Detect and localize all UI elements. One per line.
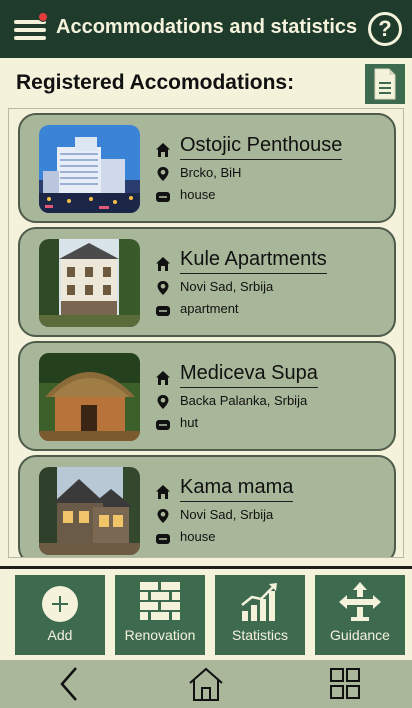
app-header: Accommodations and statistics ? xyxy=(0,0,412,58)
page-title: Accommodations and statistics xyxy=(56,16,358,38)
plus-circle-icon xyxy=(42,586,78,622)
accommodation-name[interactable]: Kama mama xyxy=(180,476,294,502)
menu-button[interactable] xyxy=(14,12,48,42)
house-icon xyxy=(156,257,170,271)
apartment-building-photo xyxy=(39,239,140,327)
accommodation-type: hut xyxy=(180,415,199,430)
thatched-hut-photo xyxy=(39,353,140,441)
accommodation-type: house xyxy=(180,529,216,544)
system-navbar xyxy=(0,660,412,708)
accommodation-card[interactable]: Kama mama Novi Sad, Srbija house xyxy=(18,455,396,557)
brick-wall-icon xyxy=(140,582,180,620)
renovation-label: Renovation xyxy=(124,627,196,643)
location-pin-icon xyxy=(157,281,169,295)
accommodation-card[interactable]: Mediceva Supa Backa Palanka, Srbija hut xyxy=(18,341,396,451)
guidance-label: Guidance xyxy=(330,627,390,643)
accommodation-name[interactable]: Kule Apartments xyxy=(180,248,327,274)
accommodation-card[interactable]: Ostojic Penthouse Brcko, BiH house xyxy=(18,113,396,223)
type-icon xyxy=(156,306,170,316)
back-chevron-icon xyxy=(60,667,77,701)
type-icon xyxy=(156,534,170,544)
statistics-button[interactable]: Statistics xyxy=(215,575,305,655)
divider xyxy=(0,566,412,569)
menu-line-icon xyxy=(14,28,46,32)
hotel-tower-photo xyxy=(39,125,140,213)
wooden-house-photo xyxy=(39,467,140,555)
accommodation-location: Backa Palanka, Srbija xyxy=(180,393,308,408)
home-button[interactable] xyxy=(186,666,226,702)
grid-icon xyxy=(330,668,360,699)
renovation-button[interactable]: Renovation xyxy=(115,575,205,655)
accommodation-location: Novi Sad, Srbija xyxy=(180,507,274,522)
accommodation-location: Novi Sad, Srbija xyxy=(180,279,274,294)
menu-line-icon xyxy=(14,36,46,40)
accommodation-location: Brcko, BiH xyxy=(180,165,242,180)
accommodation-card[interactable]: Kule Apartments Novi Sad, Srbija apartme… xyxy=(18,227,396,337)
notification-dot xyxy=(38,12,48,22)
accommodation-list[interactable]: Ostojic Penthouse Brcko, BiH house Kule … xyxy=(8,108,404,558)
accommodation-name[interactable]: Ostojic Penthouse xyxy=(180,134,343,160)
add-label: Add xyxy=(47,627,73,643)
type-icon xyxy=(156,192,170,202)
statistics-label: Statistics xyxy=(231,627,288,643)
house-icon xyxy=(156,485,170,499)
accommodation-type: apartment xyxy=(180,301,239,316)
location-pin-icon xyxy=(157,167,169,181)
help-button[interactable]: ? xyxy=(368,12,402,46)
report-document-button[interactable] xyxy=(365,64,405,104)
house-icon xyxy=(156,371,170,385)
accommodation-name[interactable]: Mediceva Supa xyxy=(180,362,318,388)
house-icon xyxy=(156,143,170,157)
back-button[interactable] xyxy=(50,666,90,702)
bar-chart-icon xyxy=(241,583,277,621)
type-icon xyxy=(156,420,170,430)
location-pin-icon xyxy=(157,509,169,523)
signpost-arrows-icon xyxy=(339,582,381,621)
apps-button[interactable] xyxy=(325,666,365,702)
accommodation-type: house xyxy=(180,187,216,202)
home-icon xyxy=(189,667,223,701)
section-heading: Registered Accomodations: xyxy=(16,71,295,94)
document-icon xyxy=(374,68,396,100)
guidance-button[interactable]: Guidance xyxy=(315,575,405,655)
location-pin-icon xyxy=(157,395,169,409)
add-button[interactable]: Add xyxy=(15,575,105,655)
